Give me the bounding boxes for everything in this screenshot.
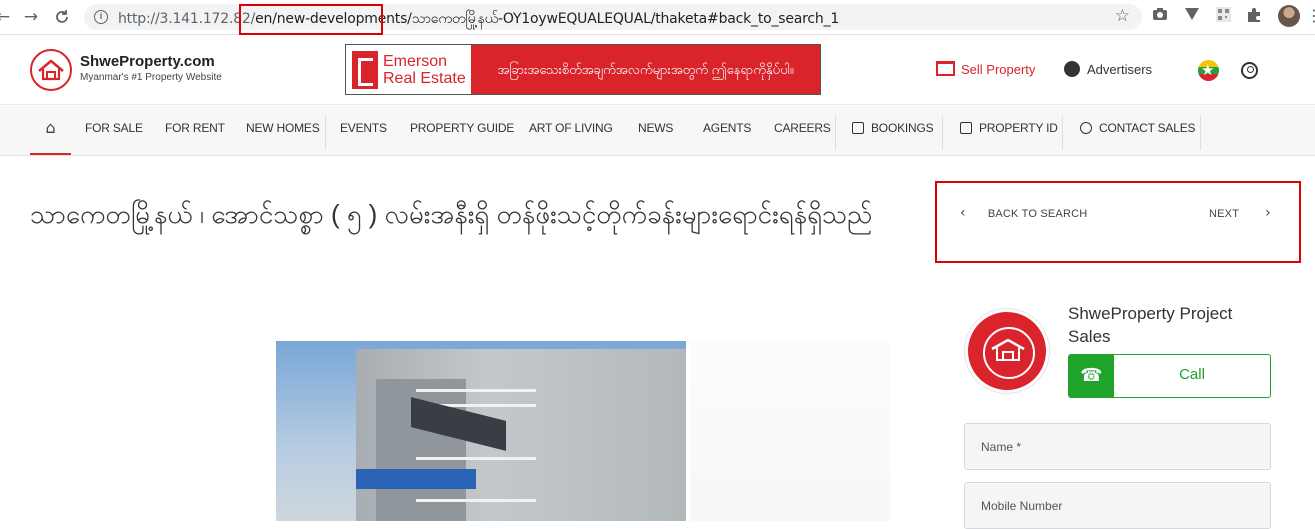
advertisers-label: Advertisers bbox=[1087, 62, 1153, 77]
logo-tagline: Myanmar's #1 Property Website bbox=[80, 72, 222, 83]
camera-icon[interactable] bbox=[1151, 7, 1169, 25]
back-to-search-label: BACK TO SEARCH bbox=[987, 208, 1088, 220]
vpn-extension-icon[interactable] bbox=[1183, 7, 1201, 25]
browser-menu-icon[interactable]: ⋮ bbox=[1306, 6, 1315, 25]
back-arrow-icon[interactable]: ← bbox=[0, 6, 14, 28]
phone-icon bbox=[1080, 122, 1092, 134]
url-host: http://3.141.172.82/ bbox=[118, 11, 256, 27]
banner-text: အခြားအသေးစိတ်အချက်အလက်များအတွက် ဤနေရာကို… bbox=[471, 45, 820, 94]
name-field[interactable] bbox=[964, 423, 1271, 470]
advertisers-link[interactable]: Advertisers bbox=[1064, 61, 1152, 77]
nav-contact-sales[interactable]: CONTACT SALES bbox=[1080, 106, 1196, 156]
nav-agents[interactable]: AGENTS bbox=[703, 106, 751, 156]
banner-brand: Emerson Real Estate bbox=[383, 53, 466, 87]
info-icon[interactable]: i bbox=[94, 10, 108, 24]
call-button[interactable]: ☎ Call bbox=[1068, 354, 1271, 398]
ad-banner[interactable]: Emerson Real Estate အခြားအသေးစိတ်အချက်အလ… bbox=[345, 44, 821, 95]
balcony-rail bbox=[416, 457, 536, 460]
agent-name: ShweProperty Project Sales bbox=[1068, 304, 1233, 346]
chevron-right-icon: › bbox=[1265, 205, 1271, 221]
phone-icon: ☎ bbox=[1069, 355, 1114, 397]
nav-art-of-living[interactable]: ART OF LIVING bbox=[529, 106, 613, 156]
search-document-icon bbox=[960, 122, 972, 134]
search-pager: ‹ BACK TO SEARCH NEXT › bbox=[936, 181, 1301, 263]
nav-property-id-label: PROPERTY ID bbox=[979, 121, 1058, 135]
nav-for-sale[interactable]: FOR SALE bbox=[85, 106, 143, 156]
nav-divider bbox=[942, 116, 943, 150]
forward-arrow-icon[interactable]: → bbox=[20, 6, 42, 28]
building-image bbox=[356, 349, 686, 521]
nav-bookings[interactable]: BOOKINGS bbox=[852, 106, 934, 156]
browser-toolbar: ← → i http://3.141.172.82/en/new-develop… bbox=[0, 0, 1315, 35]
agent-logo-icon bbox=[965, 309, 1049, 393]
nav-events[interactable]: EVENTS bbox=[340, 106, 387, 156]
back-to-search-link[interactable]: ‹ BACK TO SEARCH bbox=[960, 205, 1087, 221]
house-icon bbox=[936, 61, 955, 76]
main-nav: ⌂ FOR SALE FOR RENT NEW HOMES EVENTS PRO… bbox=[0, 106, 1315, 156]
mobile-number-field[interactable] bbox=[964, 482, 1271, 529]
next-label: NEXT bbox=[1209, 208, 1240, 220]
photo-shadow bbox=[690, 341, 890, 521]
listing-photo[interactable] bbox=[276, 341, 686, 521]
puzzle-extensions-icon[interactable] bbox=[1245, 7, 1263, 25]
nav-new-homes[interactable]: NEW HOMES bbox=[246, 106, 320, 156]
logo-title[interactable]: ShweProperty.com bbox=[80, 53, 215, 70]
listing-title: သာကေတမြို့နယ် ၊ အောင်သစ္စာ ( ၅ ) လမ်းအနီ… bbox=[30, 199, 873, 229]
banner-brand-area: Emerson Real Estate bbox=[346, 45, 471, 94]
calendar-icon bbox=[852, 122, 864, 134]
reload-icon[interactable] bbox=[51, 6, 73, 28]
nav-for-rent[interactable]: FOR RENT bbox=[165, 106, 225, 156]
nav-divider bbox=[1200, 116, 1201, 150]
banner-brand-line2: Real Estate bbox=[383, 69, 466, 87]
balcony-rail bbox=[416, 499, 536, 502]
nav-divider bbox=[325, 116, 326, 150]
sell-property-label: Sell Property bbox=[961, 62, 1036, 77]
nav-property-id[interactable]: PROPERTY ID bbox=[960, 106, 1058, 156]
home-icon[interactable]: ⌂ bbox=[30, 106, 71, 155]
nav-divider bbox=[835, 116, 836, 150]
call-label: Call bbox=[1179, 366, 1205, 383]
next-link[interactable]: NEXT › bbox=[1209, 205, 1271, 221]
bookmark-star-icon[interactable]: ☆ bbox=[1115, 6, 1130, 26]
globe-icon bbox=[1064, 61, 1080, 77]
nav-contact-sales-label: CONTACT SALES bbox=[1099, 121, 1196, 135]
user-account-icon[interactable] bbox=[1241, 62, 1258, 79]
chevron-left-icon: ‹ bbox=[960, 205, 966, 221]
site-header: ShweProperty.com Myanmar's #1 Property W… bbox=[0, 35, 1315, 105]
banner-brand-line1: Emerson bbox=[383, 52, 448, 70]
logo-icon[interactable] bbox=[30, 49, 72, 91]
building-blue-panel bbox=[356, 469, 476, 489]
profile-avatar[interactable] bbox=[1278, 5, 1300, 27]
balcony-rail bbox=[416, 389, 536, 392]
nav-careers[interactable]: CAREERS bbox=[774, 106, 831, 156]
nav-news[interactable]: NEWS bbox=[638, 106, 673, 156]
url-highlight-box bbox=[239, 4, 383, 35]
url-text[interactable]: http://3.141.172.82/en/new-developments/… bbox=[118, 9, 839, 30]
house-icon bbox=[991, 339, 1025, 361]
nav-property-guide[interactable]: PROPERTY GUIDE bbox=[410, 106, 514, 156]
nav-divider bbox=[1062, 116, 1063, 150]
sell-property-link[interactable]: Sell Property bbox=[936, 61, 1035, 77]
myanmar-flag-icon[interactable] bbox=[1198, 60, 1219, 81]
nav-bookings-label: BOOKINGS bbox=[871, 121, 934, 135]
qr-extension-icon[interactable] bbox=[1214, 7, 1232, 25]
emerson-logo-icon bbox=[352, 50, 378, 89]
